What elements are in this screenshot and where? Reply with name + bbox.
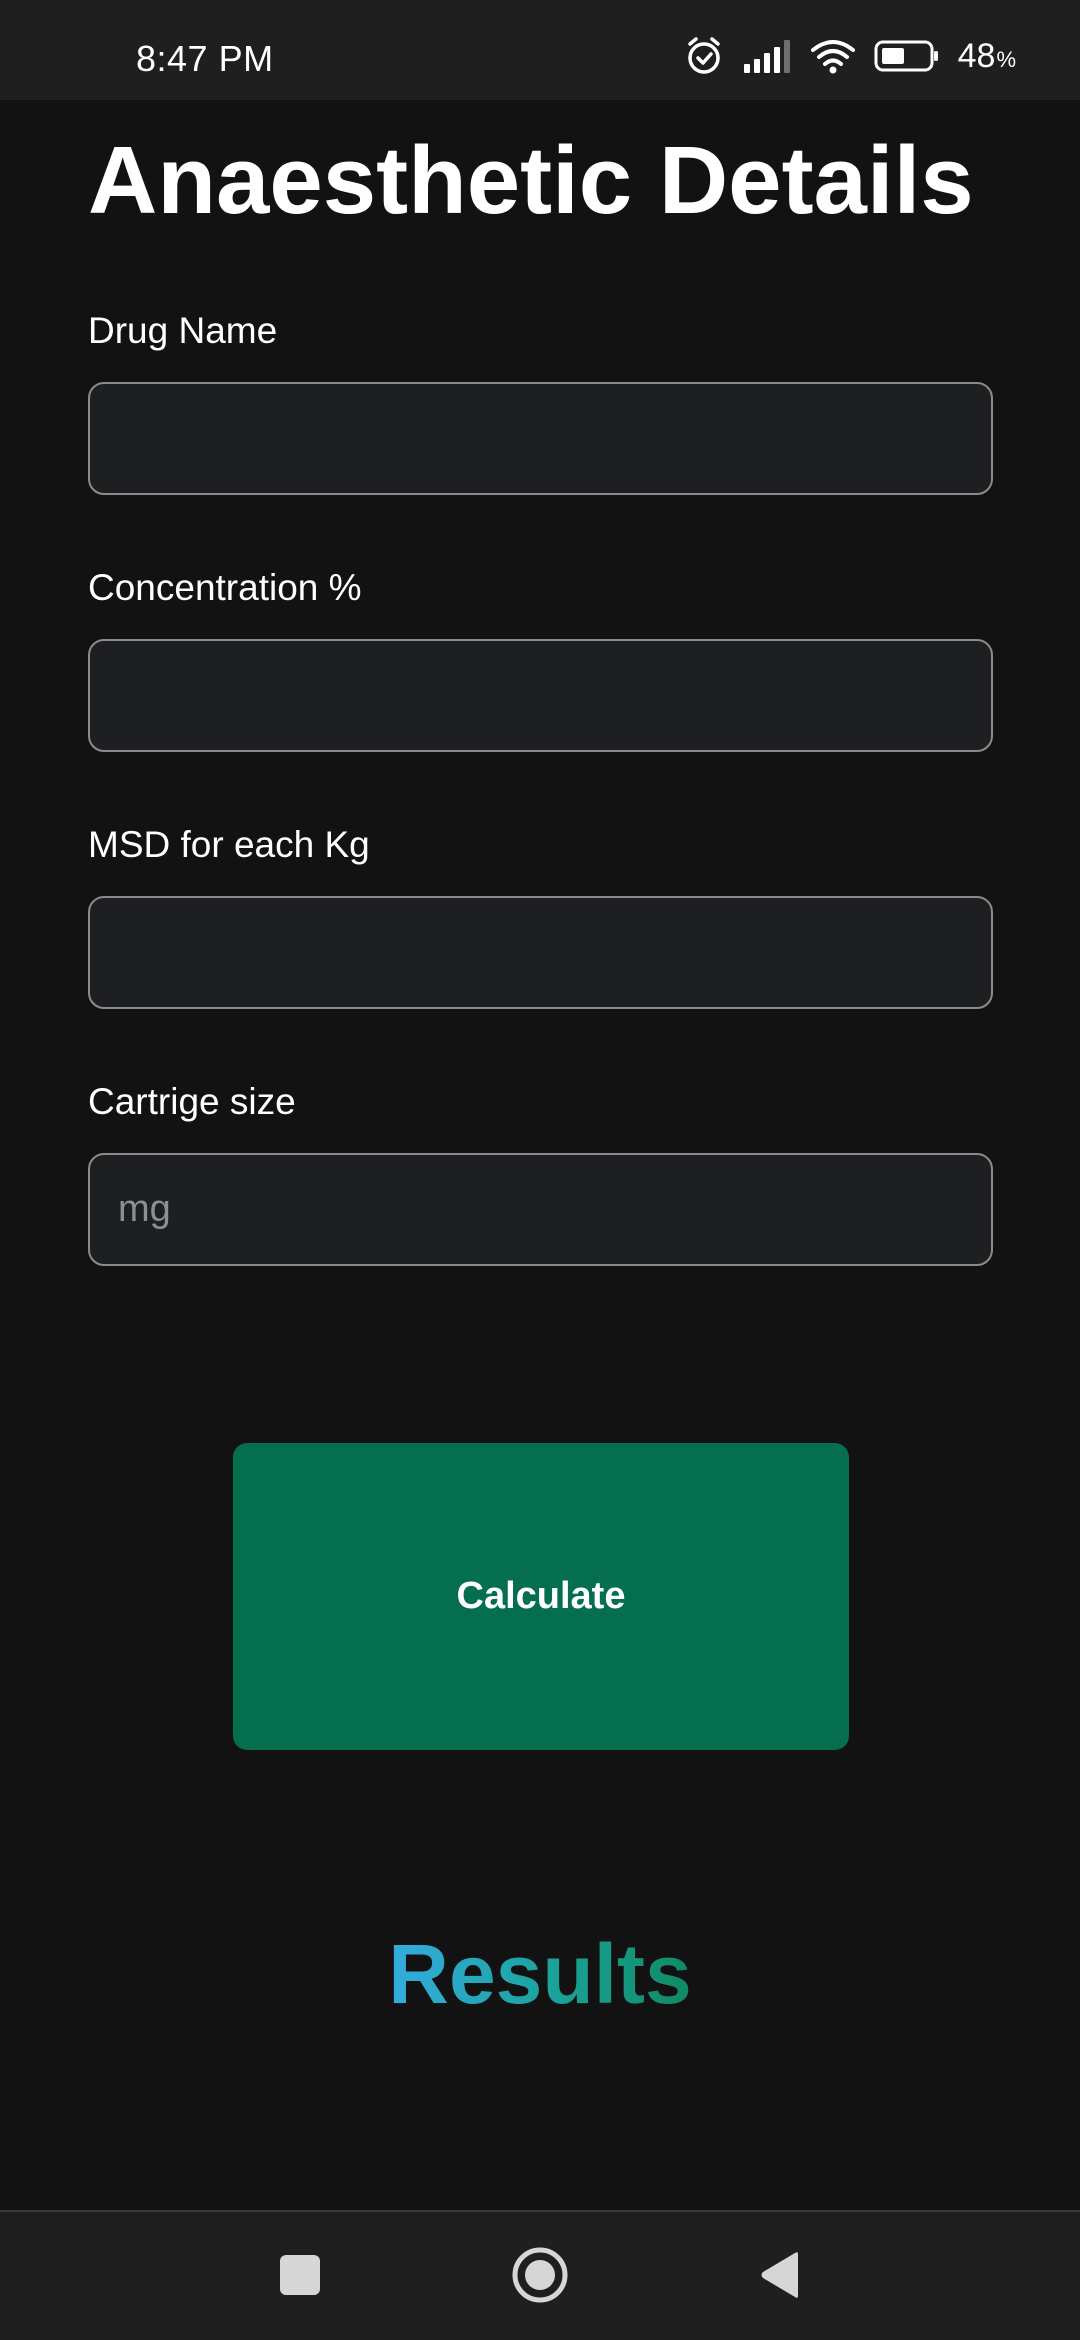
signal-icon: [742, 38, 792, 74]
results-heading-text: Results: [388, 1927, 692, 2021]
msd-label: MSD for each Kg: [88, 824, 370, 865]
calculate-button[interactable]: Calculate: [233, 1443, 849, 1750]
cartridge-size-label: Cartrige size: [88, 1081, 296, 1122]
back-icon: [758, 2250, 802, 2305]
battery-percent-value: 48: [957, 36, 996, 75]
msd-input[interactable]: [88, 896, 993, 1009]
back-button[interactable]: [745, 2242, 815, 2312]
drug-name-input[interactable]: [88, 382, 993, 495]
cartridge-size-input[interactable]: [88, 1153, 993, 1266]
concentration-input[interactable]: [88, 639, 993, 752]
page-title: Anaesthetic Details: [88, 127, 974, 234]
status-icons: 48%: [684, 36, 1016, 76]
screen: 8:47 PM 48 % Anaesthetic Details Drug Na…: [0, 0, 1080, 2340]
results-heading: Results: [0, 1926, 1080, 2023]
battery-percent-sign: %: [996, 46, 1016, 72]
recents-button[interactable]: [265, 2242, 335, 2312]
concentration-label: Concentration %: [88, 567, 362, 608]
alarm-icon: [684, 36, 724, 76]
drug-name-label: Drug Name: [88, 310, 278, 351]
home-button[interactable]: [505, 2242, 575, 2312]
battery-percent: 48%: [958, 37, 1016, 76]
status-time: 8:47 PM: [136, 38, 274, 79]
wifi-icon: [810, 38, 856, 74]
home-icon: [511, 2246, 569, 2309]
battery-icon: [874, 40, 940, 72]
recents-icon: [278, 2253, 322, 2302]
status-bar: 8:47 PM 48 %: [0, 0, 1080, 100]
navigation-bar: [0, 2210, 1080, 2340]
